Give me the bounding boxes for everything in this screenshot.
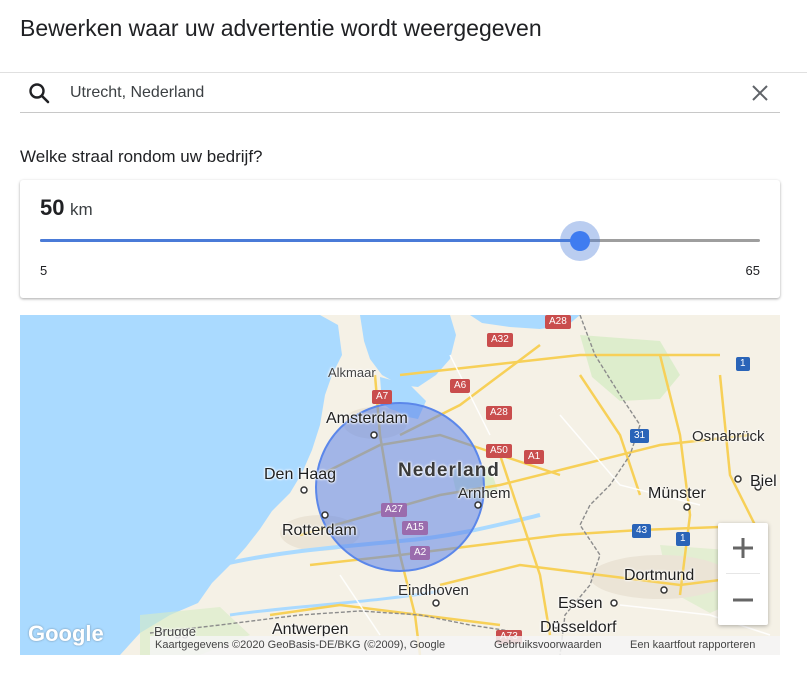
slider-track-fill[interactable]: [40, 239, 580, 242]
zoom-in-button[interactable]: [718, 523, 768, 573]
road-shield: 1: [736, 357, 750, 371]
search-input[interactable]: Utrecht, Nederland: [70, 83, 204, 103]
map-country-label: Nederland: [398, 460, 500, 481]
map-city-label: Biel: [750, 473, 777, 490]
radius-unit: km: [70, 200, 93, 219]
zoom-divider: [726, 573, 760, 574]
road-shield: A27: [381, 503, 407, 517]
map-terms-link[interactable]: Gebruiksvoorwaarden: [494, 636, 602, 655]
road-shield: A28: [545, 315, 571, 329]
radius-question: Welke straal rondom uw bedrijf?: [20, 147, 263, 166]
page-title: Bewerken waar uw advertentie wordt weerg…: [20, 15, 542, 41]
road-shield: 43: [632, 524, 652, 538]
zoom-control: [718, 523, 768, 625]
road-shield: A1: [524, 450, 545, 464]
road-shield: A32: [487, 333, 513, 347]
map-report-link[interactable]: Een kaartfout rapporteren: [630, 636, 755, 655]
map-city-label: Essen: [558, 595, 603, 612]
google-logo: Google: [28, 621, 104, 646]
road-shield: A6: [450, 379, 471, 393]
radius-value: 50: [40, 195, 65, 220]
road-shield: 1: [676, 532, 690, 546]
map-city-label: Amsterdam: [326, 410, 408, 427]
road-shield: 31: [630, 429, 650, 443]
plus-icon: [733, 538, 753, 558]
zoom-out-button[interactable]: [718, 575, 768, 625]
map-view[interactable]: Alkmaar Amsterdam Den Haag Nederland Arn…: [20, 315, 780, 655]
map-city-label: Dortmund: [624, 567, 695, 584]
map-attribution: Kaartgegevens ©2020 GeoBasis-DE/BKG (©20…: [150, 636, 780, 655]
map-city-label: Düsseldorf: [540, 619, 617, 636]
location-search[interactable]: Utrecht, Nederland: [20, 73, 780, 113]
map-city-label: Alkmaar: [328, 365, 376, 380]
slider-max-label: 65: [745, 263, 760, 278]
road-shield: A7: [372, 390, 393, 404]
map-city-label: Arnhem: [458, 485, 511, 502]
search-icon: [29, 83, 50, 104]
road-shield: A28: [486, 406, 512, 420]
map-data-credit: Kaartgegevens ©2020 GeoBasis-DE/BKG (©20…: [155, 639, 446, 651]
slider-min-label: 5: [40, 263, 48, 278]
slider-thumb[interactable]: [570, 231, 590, 251]
road-shield: A50: [486, 444, 512, 458]
close-icon[interactable]: [748, 81, 772, 105]
map-city-label: Den Haag: [264, 466, 337, 483]
map-city-label: Rotterdam: [282, 522, 357, 539]
radius-card: 50 km 5 65: [20, 180, 780, 298]
map-city-label: Münster: [648, 485, 706, 502]
road-shield: A2: [410, 546, 431, 560]
minus-icon: [733, 598, 753, 602]
radius-slider[interactable]: [40, 220, 760, 262]
map-city-label: Eindhoven: [398, 582, 469, 599]
road-shield: A15: [402, 521, 428, 535]
map-city-label: Osnabrück: [692, 428, 765, 445]
